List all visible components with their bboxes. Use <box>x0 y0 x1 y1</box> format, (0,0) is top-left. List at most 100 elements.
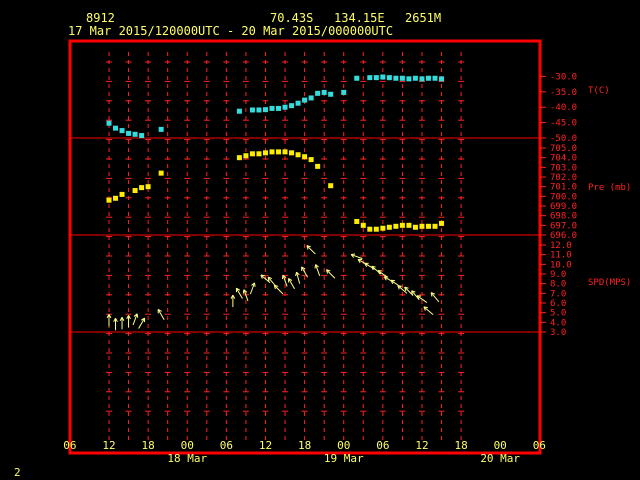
data-point <box>419 76 425 82</box>
data-point <box>139 185 145 191</box>
y-tick-label: 703.0 <box>550 163 577 173</box>
y-tick-label: -50.0 <box>550 134 577 144</box>
y-tick-label: 3.0 <box>550 328 566 338</box>
x-tick-label: 00 <box>337 439 350 452</box>
data-point <box>113 195 119 201</box>
data-point <box>262 150 268 156</box>
data-point <box>295 152 301 158</box>
x-tick-label: 06 <box>220 439 233 452</box>
elevation: 2651M <box>405 11 441 25</box>
wind-arrow-head <box>253 282 256 287</box>
y-axes: -30.0-35.0-40.0-45.0-50.0T(C)705.0704.07… <box>540 72 631 338</box>
data-point <box>269 105 275 111</box>
y-tick-label: -35.0 <box>550 88 577 98</box>
data-point <box>360 222 366 228</box>
data-point <box>276 149 282 155</box>
data-point <box>126 130 132 136</box>
data-point <box>158 126 164 132</box>
y-tick-label: 698.0 <box>550 212 577 222</box>
x-tick-label: 18 <box>141 439 154 452</box>
y-tick-label: 705.0 <box>550 144 577 154</box>
wind-arrow-head <box>136 313 139 318</box>
y-tick-label: 702.0 <box>550 173 577 183</box>
data-point <box>236 108 242 114</box>
data-point <box>289 150 295 156</box>
data-point <box>315 90 321 96</box>
data-point <box>373 75 379 81</box>
time-range: 17 Mar 2015/120000UTC - 20 Mar 2015/0000… <box>68 24 393 38</box>
data-point <box>354 75 360 81</box>
data-point <box>276 105 282 111</box>
data-point <box>256 151 262 157</box>
wind-arrow <box>273 284 284 295</box>
data-point <box>106 120 112 126</box>
y-tick-label: -30.0 <box>550 72 577 82</box>
data-point <box>380 74 386 80</box>
data-point <box>236 155 242 161</box>
data-point <box>262 107 268 113</box>
y-tick-label: 10.0 <box>550 260 572 270</box>
data-point <box>439 220 445 226</box>
page-number: 2 <box>14 466 21 479</box>
data-point <box>249 151 255 157</box>
data-point <box>282 104 288 110</box>
data-point <box>256 107 262 113</box>
wind-arrow <box>306 245 316 255</box>
data-point <box>119 191 125 197</box>
data-point <box>139 133 145 139</box>
data-point <box>425 223 431 229</box>
x-date-label: 18 Mar <box>167 452 207 465</box>
data-point <box>315 163 321 169</box>
data-point <box>302 97 308 103</box>
data-point <box>282 149 288 155</box>
y-tick-label: 12.0 <box>550 241 572 251</box>
data-point <box>367 226 373 232</box>
data-point <box>399 75 405 81</box>
x-tick-label: 18 <box>298 439 311 452</box>
wind-arrow-head <box>314 264 317 269</box>
data-point <box>269 149 275 155</box>
data-point <box>295 100 301 106</box>
y-axis-label: T(C) <box>588 86 610 96</box>
data-point <box>119 128 125 134</box>
data-point <box>308 95 314 101</box>
y-tick-label: 7.0 <box>550 289 566 299</box>
data-point <box>412 75 418 81</box>
data-point <box>243 153 249 159</box>
x-tick-label: 00 <box>181 439 194 452</box>
wind-arrow-head <box>351 253 356 256</box>
x-tick-label: 12 <box>415 439 428 452</box>
latitude: 70.43S <box>270 11 313 25</box>
data-point <box>132 188 138 194</box>
meteogram-chart: 8912 70.43S 134.15E 2651M 17 Mar 2015/12… <box>14 11 631 479</box>
wind-arrow-head <box>295 271 298 277</box>
data-point <box>328 183 334 189</box>
data-point <box>393 75 399 81</box>
data-point <box>308 157 314 163</box>
data-point <box>393 223 399 229</box>
y-tick-label: 697.0 <box>550 221 577 231</box>
wind-arrow <box>326 269 336 279</box>
data-point <box>399 222 405 228</box>
wind-arrow <box>423 306 434 315</box>
y-tick-label: 4.0 <box>550 318 566 328</box>
x-tick-label: 06 <box>63 439 76 452</box>
y-tick-label: 701.0 <box>550 183 577 193</box>
wind-arrow-head <box>242 289 245 294</box>
y-tick-label: 6.0 <box>550 299 566 309</box>
data-point <box>158 170 164 176</box>
data-point <box>386 75 392 81</box>
data-point <box>113 125 119 131</box>
wind-arrow-head <box>281 275 284 280</box>
y-tick-label: 696.0 <box>550 231 577 241</box>
y-tick-label: 700.0 <box>550 192 577 202</box>
data-point <box>145 184 151 190</box>
data-point <box>249 107 255 113</box>
data-point <box>373 226 379 232</box>
y-axis-label: Pre (mb) <box>588 183 631 193</box>
data-point <box>302 154 308 160</box>
y-tick-label: -40.0 <box>550 103 577 113</box>
data-point <box>354 218 360 224</box>
longitude: 134.15E <box>334 11 385 25</box>
data-point <box>412 224 418 230</box>
